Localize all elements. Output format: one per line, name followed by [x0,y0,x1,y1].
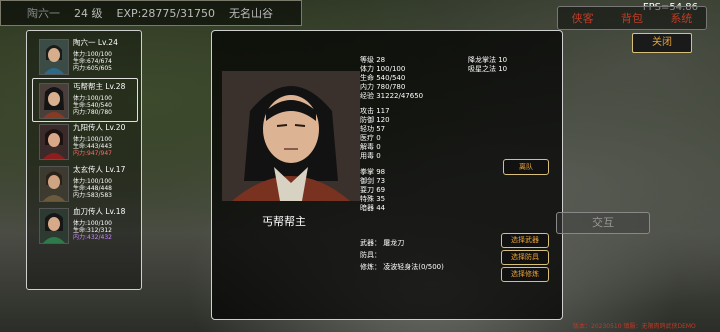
roster-life: 生命:540/540 [73,102,112,109]
roster-mp: 内力:780/780 [73,109,112,116]
skill-item: 吸星之法 10 [468,65,508,73]
roster-card-xuedao[interactable]: 血刀传人 Lv.18 体力:100/100 生命:312/312 内力:432/… [33,204,135,246]
roster-name: 九阳传人 Lv.20 [73,123,126,132]
character-detail-panel: 丐帮帮主 等级 28 体力 100/100 生命 540/540 内力 780/… [211,30,563,320]
character-portrait [222,71,360,201]
top-menu-tabs: 侠客 背包 系统 [557,6,707,30]
stat-medicine: 医疗 0 [360,134,381,142]
tab-system[interactable]: 系统 [670,10,692,26]
stat-exp: 经验 31222/47650 [360,92,424,100]
version-footer: 版本：20230510 镇服：无限肉鸽武侠DEMO [573,323,696,330]
skill-list: 降龙掌法 10 吸星之法 10 [468,56,507,74]
roster-card-taixuan[interactable]: 太玄传人 Lv.17 体力:100/100 生命:448/448 内力:583/… [33,162,135,204]
select-armor-button[interactable]: 选择防具 [501,250,549,265]
avatar [39,166,69,202]
party-roster: 陶六一 Lv.24 体力:100/100 生命:674/674 内力:605/6… [26,30,142,290]
top-status-bar: 陶六一 24 级 EXP:28775/31750 无名山谷 [0,0,302,26]
tab-heroes[interactable]: 侠客 [572,10,594,26]
avatar [39,83,69,119]
stat-hidden-weapon: 暗器 44 [360,204,386,212]
avatar [39,39,69,75]
roster-name: 丐帮帮主 Lv.28 [73,82,126,91]
roster-life: 生命:312/312 [73,227,112,234]
player-level: 24 级 [74,7,103,20]
roster-hp: 体力:100/100 [73,220,112,227]
equipped-armor: 防具： [360,251,381,259]
stat-sword: 御剑 73 [360,177,386,185]
stat-blade: 耍刀 69 [360,186,386,194]
select-weapon-button[interactable]: 选择武器 [501,233,549,248]
stat-internal: 内力 780/780 [360,83,406,91]
roster-name: 血刀传人 Lv.18 [73,207,126,216]
weapon-skills: 拳掌 98 御剑 73 耍刀 69 特殊 35 暗器 44 [360,168,385,213]
roster-life: 生命:443/443 [73,143,112,150]
roster-hp: 体力:100/100 [73,136,112,143]
roster-life: 生命:674/674 [73,58,112,65]
roster-card-taoliuyi[interactable]: 陶六一 Lv.24 体力:100/100 生命:674/674 内力:605/6… [33,35,135,77]
roster-mp: 内力:605/605 [73,65,112,72]
stat-level: 等级 28 [360,56,386,64]
select-training-button[interactable]: 选择修炼 [501,267,549,282]
basic-stats: 等级 28 体力 100/100 生命 540/540 内力 780/780 经… [360,56,423,101]
stat-poison: 用毒 0 [360,152,381,160]
stat-life: 生命 540/540 [360,74,406,82]
player-name: 陶六一 [27,7,60,20]
roster-name: 太玄传人 Lv.17 [73,165,126,174]
character-name: 丐帮帮主 [262,215,306,228]
roster-mp: 内力:583/583 [73,192,112,199]
training-skill: 修炼： 凌波轻身法(0/500) [360,263,444,271]
roster-life: 生命:448/448 [73,185,112,192]
roster-card-jiuyang[interactable]: 九阳传人 Lv.20 体力:100/100 生命:443/443 内力:947/… [33,120,135,162]
roster-name: 陶六一 Lv.24 [73,38,118,47]
roster-hp: 体力:100/100 [73,178,112,185]
interact-button[interactable]: 交互 [556,212,650,234]
stat-fist: 拳掌 98 [360,168,386,176]
avatar [39,124,69,160]
roster-mp: 内力:947/947 [73,150,112,157]
location-name: 无名山谷 [229,7,274,20]
stat-defense: 防御 120 [360,116,390,124]
equipped-weapon: 武器： 屠龙刀 [360,239,405,247]
equipment-info: 武器： 屠龙刀 防具： 修炼： 凌波轻身法(0/500) [360,237,444,273]
skill-item: 降龙掌法 10 [468,56,508,64]
roster-card-beggar-chief[interactable]: 丐帮帮主 Lv.28 体力:100/100 生命:540/540 内力:780/… [32,78,138,122]
stat-detox: 解毒 0 [360,143,381,151]
leave-party-button[interactable]: 离队 [503,159,549,175]
stat-stamina: 体力 100/100 [360,65,406,73]
combat-stats: 攻击 117 防御 120 轻功 57 医疗 0 解毒 0 用毒 0 [360,107,390,161]
player-exp: EXP:28775/31750 [116,6,216,20]
stat-attack: 攻击 117 [360,107,390,115]
close-button[interactable]: 关闭 [632,33,692,53]
roster-hp: 体力:100/100 [73,51,112,58]
tab-bag[interactable]: 背包 [621,10,643,26]
avatar [39,208,69,244]
roster-mp: 内力:432/432 [73,234,112,241]
roster-hp: 体力:100/100 [73,95,112,102]
stat-agility: 轻功 57 [360,125,386,133]
stat-special: 特殊 35 [360,195,386,203]
